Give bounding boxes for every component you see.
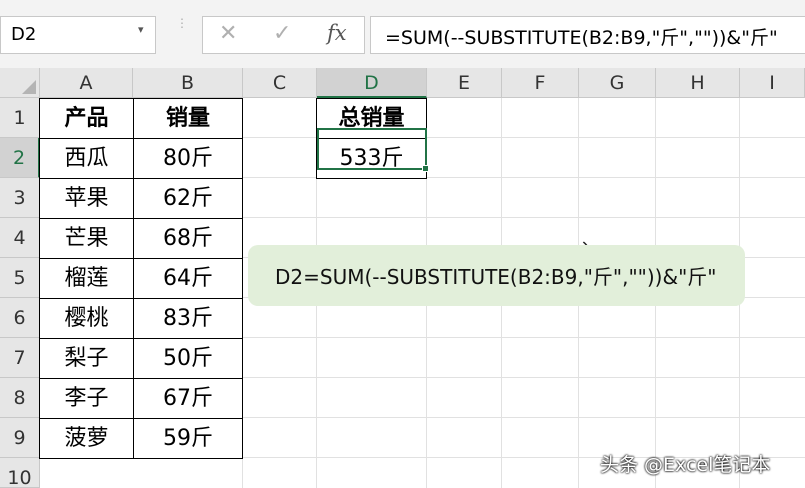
cell-a9[interactable]: 菠萝 <box>39 418 134 459</box>
select-all-button[interactable] <box>0 68 40 98</box>
formula-text: =SUM(--SUBSTITUTE(B2:B9,"斤",""))&"斤" <box>385 27 778 49</box>
column-header-d[interactable]: D <box>317 68 427 98</box>
cell-b3[interactable]: 62斤 <box>133 178 243 219</box>
row-header-10[interactable]: 10 <box>0 458 40 488</box>
row-header-9[interactable]: 9 <box>0 418 40 458</box>
cell-b2[interactable]: 80斤 <box>133 138 243 179</box>
watermark: 头条 @Excel笔记本 <box>600 454 771 476</box>
cell-b7[interactable]: 50斤 <box>133 338 243 379</box>
cell-b9[interactable]: 59斤 <box>133 418 243 459</box>
select-all-triangle-icon <box>22 80 36 94</box>
row-header-3[interactable]: 3 <box>0 178 40 218</box>
check-icon[interactable]: ✓ <box>273 21 291 46</box>
cell-a4[interactable]: 芒果 <box>39 218 134 259</box>
column-header-f[interactable]: F <box>502 68 579 98</box>
row-header-4[interactable]: 4 <box>0 218 40 258</box>
fill-handle[interactable] <box>422 165 429 172</box>
cell-a7[interactable]: 梨子 <box>39 338 134 379</box>
active-cell-outline <box>317 128 427 170</box>
formula-callout-text: D2=SUM(--SUBSTITUTE(B2:B9,"斤",""))&"斤" <box>275 265 717 289</box>
formula-bar: D2 ▾ ⋮ ✕ ✓ fx =SUM(--SUBSTITUTE(B2:B9,"斤… <box>0 0 805 68</box>
cell-a5[interactable]: 榴莲 <box>39 258 134 299</box>
row-header-8[interactable]: 8 <box>0 378 40 418</box>
insert-function-icon[interactable]: fx <box>327 21 347 45</box>
cell-a8[interactable]: 李子 <box>39 378 134 419</box>
column-header-h[interactable]: H <box>656 68 740 98</box>
name-box-value: D2 <box>11 24 37 45</box>
row-header-6[interactable]: 6 <box>0 298 40 338</box>
cell-b5[interactable]: 64斤 <box>133 258 243 299</box>
column-header-a[interactable]: A <box>40 68 133 98</box>
cell-a1[interactable]: 产品 <box>39 98 134 139</box>
column-header-i[interactable]: I <box>740 68 805 98</box>
cell-b8[interactable]: 67斤 <box>133 378 243 419</box>
column-header-c[interactable]: C <box>243 68 317 98</box>
spreadsheet-grid[interactable]: A B C D E F G H I 1 2 3 4 5 6 7 8 9 10 产… <box>0 68 805 488</box>
chevron-down-icon[interactable]: ▾ <box>138 23 144 36</box>
row-header-5[interactable]: 5 <box>0 258 40 298</box>
column-header-b[interactable]: B <box>133 68 243 98</box>
formula-controls: ✕ ✓ fx <box>202 16 365 54</box>
row-header-1[interactable]: 1 <box>0 98 40 138</box>
column-header-g[interactable]: G <box>579 68 656 98</box>
grip-icon[interactable]: ⋮ <box>176 17 188 51</box>
cell-b6[interactable]: 83斤 <box>133 298 243 339</box>
cell-a3[interactable]: 苹果 <box>39 178 134 219</box>
formula-callout: D2=SUM(--SUBSTITUTE(B2:B9,"斤",""))&"斤" <box>248 245 745 306</box>
cell-a6[interactable]: 樱桃 <box>39 298 134 339</box>
cancel-icon[interactable]: ✕ <box>219 21 237 46</box>
column-header-e[interactable]: E <box>427 68 502 98</box>
row-header-2[interactable]: 2 <box>0 138 40 178</box>
name-box[interactable]: D2 ▾ <box>0 16 156 54</box>
cell-b1[interactable]: 销量 <box>133 98 243 139</box>
cell-b4[interactable]: 68斤 <box>133 218 243 259</box>
cell-a2[interactable]: 西瓜 <box>39 138 134 179</box>
formula-input[interactable]: =SUM(--SUBSTITUTE(B2:B9,"斤",""))&"斤" <box>370 16 805 54</box>
row-header-7[interactable]: 7 <box>0 338 40 378</box>
